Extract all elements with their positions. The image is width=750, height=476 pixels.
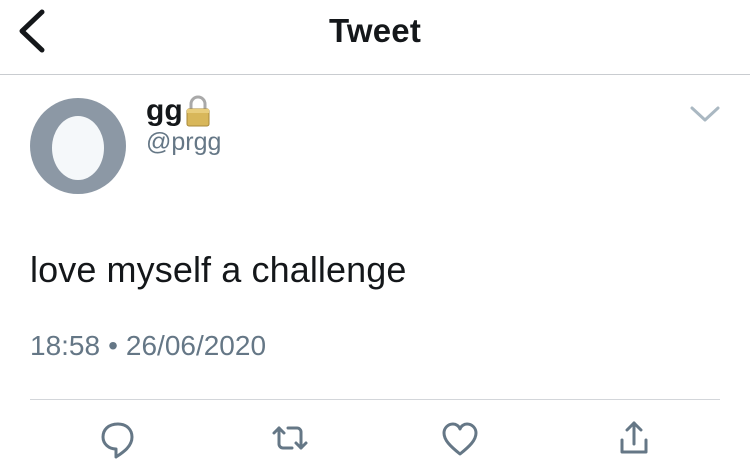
author-name[interactable]: gg — [146, 94, 211, 128]
reply-button[interactable] — [98, 418, 138, 462]
divider — [30, 399, 720, 400]
like-icon — [442, 422, 478, 456]
avatar[interactable] — [30, 98, 126, 194]
tweet-time: 18:58 — [30, 330, 101, 361]
page-title: Tweet — [328, 12, 422, 49]
reply-icon — [101, 422, 134, 459]
tweet-timestamp: 18:58 • 26/06/2020 — [30, 328, 266, 364]
tweet-date: 26/06/2020 — [125, 330, 267, 361]
share-button[interactable] — [614, 418, 654, 462]
retweet-button[interactable] — [270, 418, 310, 462]
lock-icon — [186, 95, 210, 127]
author-handle[interactable]: @prgg — [146, 127, 221, 157]
separator-dot: • — [108, 330, 118, 361]
tweet-options-button[interactable] — [686, 100, 724, 130]
tweet-text: love myself a challenge — [30, 249, 407, 290]
display-name-text: gg — [146, 94, 183, 127]
like-button[interactable] — [440, 418, 480, 462]
top-navigation-bar: Tweet — [0, 0, 750, 75]
chevron-down-icon — [690, 106, 720, 122]
tweet-actions — [0, 418, 750, 466]
retweet-icon — [272, 426, 308, 450]
egg-avatar-icon — [52, 116, 104, 180]
share-icon — [620, 421, 648, 454]
